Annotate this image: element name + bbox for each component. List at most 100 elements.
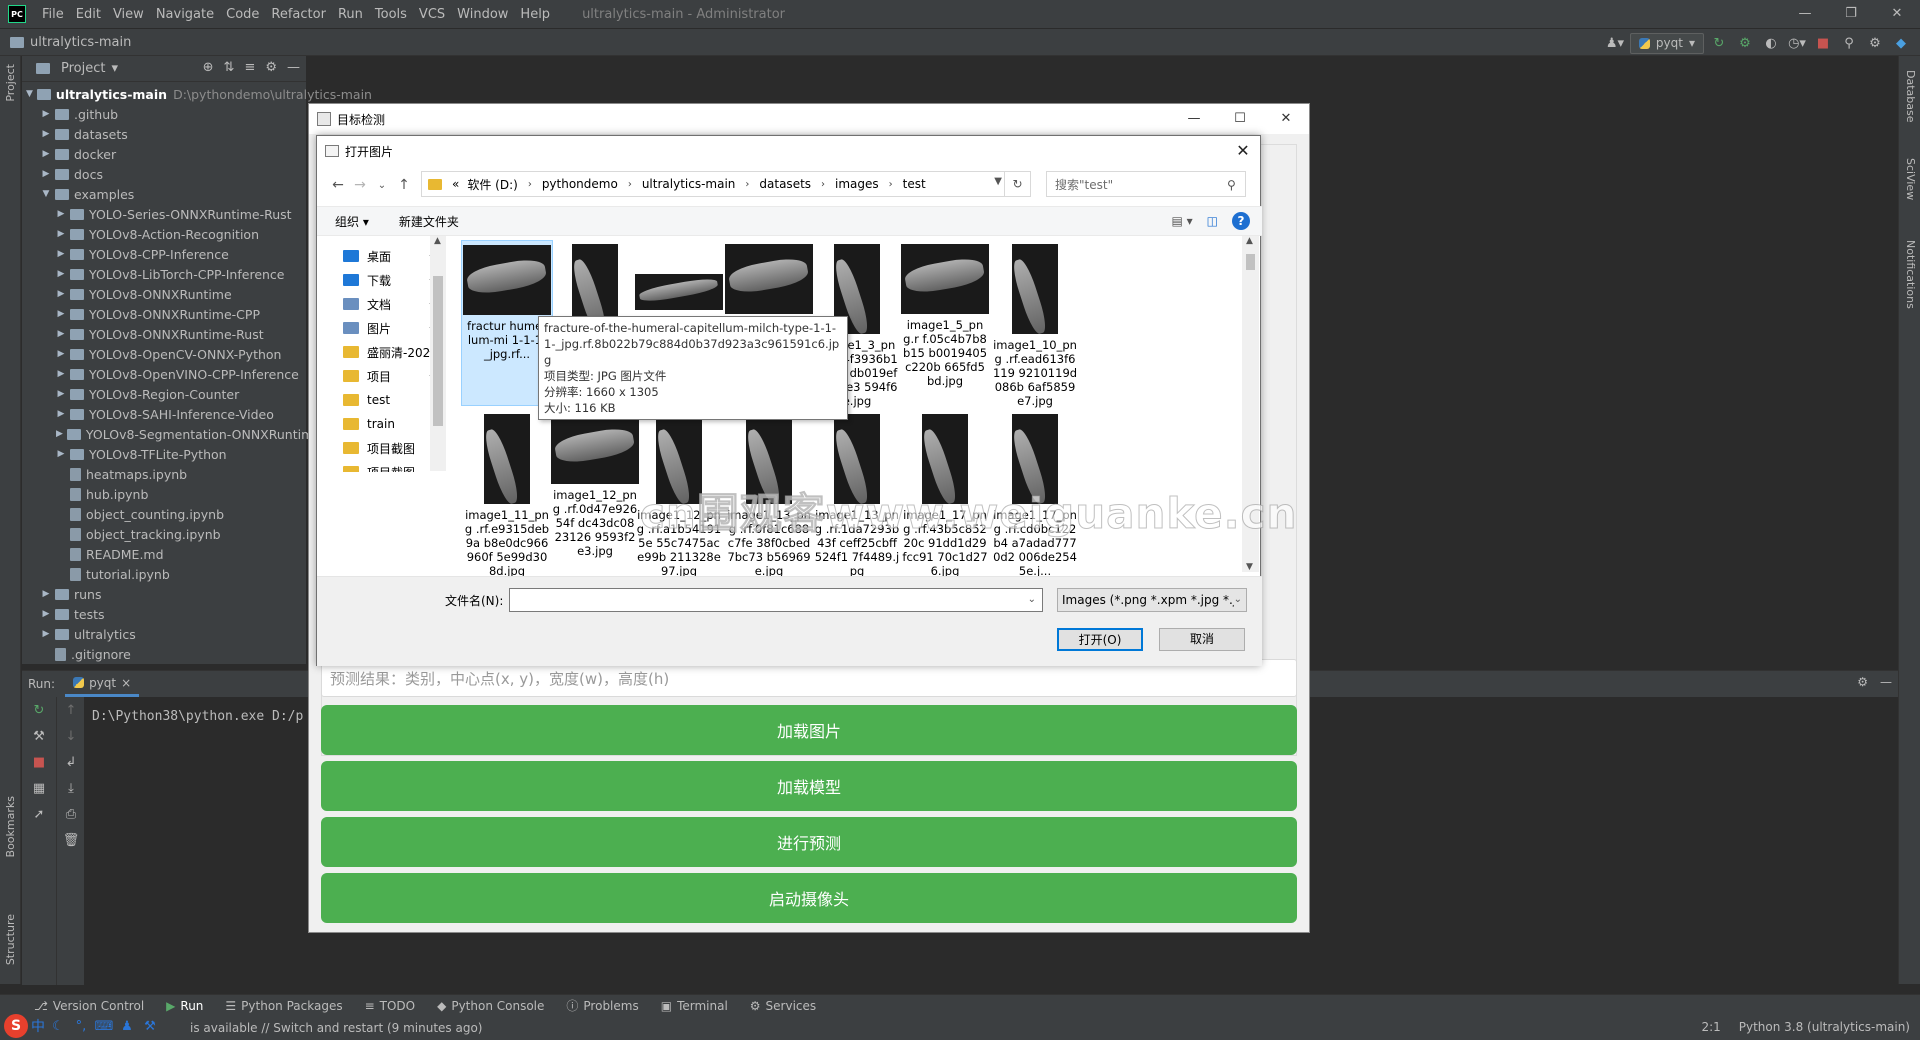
file-type-filter[interactable]: Images (*.png *.xpm *.jpg *.j ⌄: [1057, 588, 1247, 612]
tools-icon[interactable]: ⚒: [140, 1019, 160, 1034]
start-camera-button[interactable]: 启动摄像头: [321, 873, 1297, 923]
arrow-up-icon[interactable]: ↑: [57, 697, 85, 723]
crumb-test[interactable]: test: [899, 177, 930, 191]
chevron-right-icon[interactable]: ›: [815, 179, 831, 190]
tree-file[interactable]: .gitignore: [22, 644, 306, 664]
refresh-icon[interactable]: ↻: [1004, 172, 1030, 196]
chevron-right-icon[interactable]: ▶: [41, 129, 51, 139]
stop-icon[interactable]: ■: [22, 749, 56, 775]
nav-item[interactable]: 项目截图: [317, 436, 447, 460]
close-icon[interactable]: ✕: [1226, 136, 1260, 166]
chevron-right-icon[interactable]: ▶: [56, 209, 66, 219]
nav-item[interactable]: 下载✳: [317, 268, 447, 292]
run-tab-pyqt[interactable]: pyqt ×: [65, 671, 140, 697]
menu-run[interactable]: Run: [332, 7, 369, 22]
tree-folder[interactable]: ▶ YOLOv8-OpenVINO-CPP-Inference: [22, 364, 306, 384]
minimize-icon[interactable]: —: [1782, 0, 1828, 28]
project-panel-title[interactable]: Project: [61, 61, 105, 76]
chevron-down-icon[interactable]: ▼: [994, 176, 1002, 187]
coverage-icon[interactable]: ◐: [1760, 32, 1782, 54]
chevron-right-icon[interactable]: ▶: [56, 449, 66, 459]
crumb-images[interactable]: images: [831, 177, 883, 191]
preview-pane-icon[interactable]: ◫: [1207, 214, 1218, 228]
debug-icon[interactable]: ⚙: [1734, 32, 1756, 54]
tree-folder[interactable]: ▶ YOLOv8-ONNXRuntime-Rust: [22, 324, 306, 344]
up-icon[interactable]: ↑: [393, 177, 415, 193]
chevron-down-icon[interactable]: ▼: [26, 89, 33, 99]
new-folder-button[interactable]: 新建文件夹: [399, 213, 459, 230]
chevron-right-icon[interactable]: ▶: [41, 169, 51, 179]
rerun-icon[interactable]: ↻: [22, 697, 56, 723]
tree-folder[interactable]: ▶ YOLOv8-TFLite-Python: [22, 444, 306, 464]
chevron-down-icon[interactable]: ▾: [111, 61, 118, 76]
chevron-right-icon[interactable]: ▶: [56, 249, 66, 259]
print-icon[interactable]: ⎙: [57, 801, 85, 827]
minimize-icon[interactable]: —: [1171, 104, 1217, 134]
menu-window[interactable]: Window: [451, 7, 514, 22]
view-options-icon[interactable]: ▤ ▾: [1171, 214, 1192, 228]
trash-icon[interactable]: 🗑: [57, 827, 85, 853]
gear-icon[interactable]: ⚙: [265, 60, 277, 75]
collapse-all-icon[interactable]: ≡: [244, 60, 255, 75]
project-tool-button[interactable]: Project: [4, 64, 17, 102]
chevron-right-icon[interactable]: ▶: [41, 629, 51, 639]
chevron-right-icon[interactable]: ▶: [41, 589, 51, 599]
chevron-right-icon[interactable]: ▶: [56, 269, 66, 279]
crumb-pythondemo[interactable]: pythondemo: [538, 177, 622, 191]
search-icon[interactable]: ⚲: [1227, 178, 1256, 192]
chevron-right-icon[interactable]: ›: [739, 179, 755, 190]
scroll-thumb[interactable]: [1246, 254, 1255, 270]
scroll-thumb[interactable]: [433, 276, 443, 426]
hide-icon[interactable]: —: [287, 60, 300, 75]
crumb-drive[interactable]: 软件 (D:): [463, 176, 521, 193]
database-tool-button[interactable]: Database: [1904, 70, 1917, 123]
close-icon[interactable]: ×: [121, 676, 131, 690]
chevron-right-icon[interactable]: ›: [622, 179, 638, 190]
chevron-right-icon[interactable]: ▶: [41, 609, 51, 619]
file-tile[interactable]: image1_11_png .rf.e9315deb9a b8e0dc96696…: [461, 410, 553, 578]
recent-locations-icon[interactable]: ⌄: [371, 180, 393, 191]
back-icon[interactable]: ←: [327, 177, 349, 193]
profile-icon[interactable]: ◷▾: [1786, 32, 1808, 54]
tree-folder[interactable]: ▶ YOLOv8-LibTorch-CPP-Inference: [22, 264, 306, 284]
arrow-down-icon[interactable]: ↓: [57, 723, 85, 749]
tree-folder[interactable]: ▶ YOLO-Series-ONNXRuntime-Rust: [22, 204, 306, 224]
organize-button[interactable]: 组织 ▾: [335, 213, 369, 230]
restore-icon[interactable]: ❐: [1828, 0, 1874, 28]
nav-scrollbar[interactable]: ▲: [430, 236, 446, 471]
tool-tab[interactable]: ⓘ Problems: [566, 997, 638, 1014]
tree-folder[interactable]: ▼ examples: [22, 184, 306, 204]
scroll-to-end-icon[interactable]: ⤓: [57, 775, 85, 801]
nav-item[interactable]: 桌面✳: [317, 244, 447, 268]
settings-icon[interactable]: ⚙: [1864, 32, 1886, 54]
rerun-icon[interactable]: ↻: [1708, 32, 1730, 54]
tree-folder[interactable]: ▶ runs: [22, 584, 306, 604]
soft-wrap-icon[interactable]: ↲: [57, 749, 85, 775]
tree-folder[interactable]: ▶ YOLOv8-Region-Counter: [22, 384, 306, 404]
notifications-tool-button[interactable]: Notifications: [1904, 240, 1917, 309]
sogou-ime-logo-icon[interactable]: S: [4, 1014, 28, 1038]
nav-item[interactable]: 项目截图: [317, 460, 447, 472]
chevron-right-icon[interactable]: ▶: [41, 149, 51, 159]
chevron-down-icon[interactable]: ▼: [1246, 562, 1253, 572]
skin-icon[interactable]: ♟: [117, 1019, 137, 1034]
crumb-overflow[interactable]: «: [448, 177, 463, 191]
tree-file[interactable]: object_tracking.ipynb: [22, 524, 306, 544]
bookmarks-tool-button[interactable]: Bookmarks: [4, 796, 17, 857]
menu-code[interactable]: Code: [220, 7, 265, 22]
hide-icon[interactable]: —: [1880, 675, 1892, 689]
moon-icon[interactable]: ☾: [48, 1019, 68, 1034]
layout-icon[interactable]: ▦: [22, 775, 56, 801]
help-icon[interactable]: ?: [1232, 212, 1250, 230]
chevron-right-icon[interactable]: ▶: [56, 329, 66, 339]
search-input[interactable]: 搜索"test": [1046, 171, 1246, 197]
menu-edit[interactable]: Edit: [70, 7, 107, 22]
forward-icon[interactable]: →: [349, 177, 371, 193]
chevron-right-icon[interactable]: ▶: [56, 389, 66, 399]
tree-file[interactable]: object_counting.ipynb: [22, 504, 306, 524]
tree-file[interactable]: heatmaps.ipynb: [22, 464, 306, 484]
file-tile[interactable]: image1_5_png.r f.05c4b7b8b15 b0019405c22…: [899, 240, 991, 406]
chevron-right-icon[interactable]: ▶: [56, 349, 66, 359]
structure-tool-button[interactable]: Structure: [4, 914, 17, 965]
chevron-right-icon[interactable]: ▶: [56, 369, 66, 379]
